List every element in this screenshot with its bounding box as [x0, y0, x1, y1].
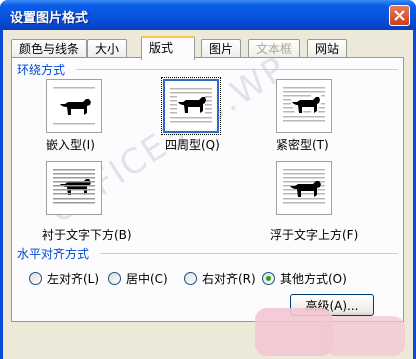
- wrap-square-icon: [161, 77, 221, 135]
- wrapping-divider: [76, 69, 398, 70]
- wrap-inline-label: 嵌入型(I): [46, 138, 95, 152]
- dialog-client: 颜色与线条 大小 版式 图片 文本框 网站 OFFICE365.WP 环绕方式 …: [3, 30, 413, 359]
- wrap-behind-text-label: 衬于文字下方(B): [42, 228, 132, 242]
- close-button[interactable]: [389, 5, 410, 26]
- tab-picture[interactable]: 图片: [201, 39, 242, 59]
- tab-colors-and-lines[interactable]: 颜色与线条: [11, 39, 88, 59]
- align-right-radio[interactable]: 右对齐(R): [184, 270, 256, 287]
- tab-text-box[interactable]: 文本框: [248, 39, 301, 59]
- wrap-inline-icon: [46, 79, 102, 133]
- tab-layout[interactable]: 版式: [141, 36, 195, 60]
- blur-overlay: [255, 308, 333, 356]
- align-left-label: 左对齐(L): [47, 272, 100, 286]
- wrap-square-label: 四周型(Q): [165, 138, 220, 152]
- wrap-tight-icon: [276, 79, 332, 133]
- wrap-behind-text-icon: [46, 161, 102, 215]
- title-bar[interactable]: 设置图片格式: [0, 0, 416, 30]
- align-center-label: 居中(C): [126, 272, 168, 286]
- align-other-label: 其他方式(O): [280, 272, 347, 286]
- align-other-radio[interactable]: 其他方式(O): [262, 270, 347, 287]
- align-right-label: 右对齐(R): [202, 272, 256, 286]
- align-center-radio[interactable]: 居中(C): [108, 270, 168, 287]
- wrap-in-front-of-text-label: 浮于文字上方(F): [270, 228, 359, 242]
- tab-size[interactable]: 大小: [87, 39, 128, 59]
- close-icon: [394, 10, 405, 21]
- alignment-section-label: 水平对齐方式: [17, 247, 90, 261]
- wrap-in-front-of-text-icon: [276, 161, 332, 215]
- radio-indicator: [184, 272, 197, 285]
- layout-panel: OFFICE365.WP 环绕方式 嵌入型(I) 四周型(Q) 紧密型(T) 衬…: [11, 48, 404, 322]
- wrap-tight-label: 紧密型(T): [276, 138, 329, 152]
- blur-overlay: [325, 316, 405, 356]
- radio-indicator: [262, 272, 275, 285]
- radio-indicator: [29, 272, 42, 285]
- wrapping-section-label: 环绕方式: [17, 63, 66, 77]
- dialog-title: 设置图片格式: [10, 11, 89, 26]
- align-left-radio[interactable]: 左对齐(L): [29, 270, 99, 287]
- alignment-divider: [100, 253, 398, 254]
- dialog-window: 设置图片格式 颜色与线条 大小 版式 图片 文本框 网站 OFFICE365.W…: [0, 0, 416, 359]
- tab-web[interactable]: 网站: [307, 39, 348, 59]
- radio-indicator: [108, 272, 121, 285]
